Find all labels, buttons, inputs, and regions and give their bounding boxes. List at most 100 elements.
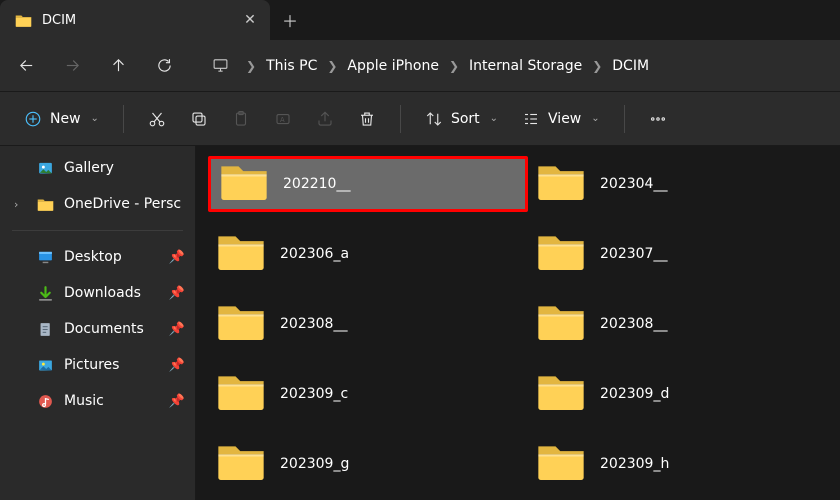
divider bbox=[123, 105, 124, 133]
desktop-icon bbox=[36, 248, 54, 266]
folder-icon bbox=[216, 231, 266, 277]
folder-name: 202308__ bbox=[280, 316, 347, 332]
folder-name: 202210__ bbox=[283, 176, 350, 192]
downloads-icon bbox=[36, 284, 54, 302]
pin-icon: 📌 bbox=[169, 322, 185, 337]
forward-button[interactable] bbox=[52, 46, 92, 86]
folder-name: 202309_g bbox=[280, 456, 349, 472]
tab-title: DCIM bbox=[42, 13, 232, 28]
sidebar-item-label: Desktop bbox=[64, 249, 122, 265]
folder-item[interactable]: 202306_a bbox=[208, 226, 528, 282]
folder-icon bbox=[219, 161, 269, 207]
monitor-icon bbox=[210, 56, 230, 76]
pin-icon: 📌 bbox=[169, 286, 185, 301]
chevron-down-icon: ⌄ bbox=[91, 113, 99, 124]
folder-item[interactable]: 202309_h bbox=[528, 436, 840, 492]
sidebar-item-label: Music bbox=[64, 393, 104, 409]
folder-icon bbox=[216, 371, 266, 417]
sidebar-item-music[interactable]: Music 📌 bbox=[0, 383, 195, 419]
folder-content[interactable]: 202210__ 202304__ 202306_a 202307__ 202308__… bbox=[196, 146, 840, 500]
sidebar-item-label: Documents bbox=[64, 321, 144, 337]
chevron-down-icon: ⌄ bbox=[591, 113, 599, 124]
pin-icon: 📌 bbox=[169, 250, 185, 265]
back-button[interactable] bbox=[6, 46, 46, 86]
view-button[interactable]: View ⌄ bbox=[512, 100, 610, 138]
folder-icon bbox=[536, 161, 586, 207]
delete-button[interactable] bbox=[348, 100, 386, 138]
folder-icon bbox=[536, 371, 586, 417]
folder-icon bbox=[216, 301, 266, 347]
more-button[interactable] bbox=[639, 100, 677, 138]
folder-item[interactable]: 202309_d bbox=[528, 366, 840, 422]
folder-item[interactable]: 202308__ bbox=[528, 296, 840, 352]
pictures-icon bbox=[36, 356, 54, 374]
sidebar-item-gallery[interactable]: Gallery bbox=[0, 150, 195, 186]
copy-button[interactable] bbox=[180, 100, 218, 138]
folder-item[interactable]: 202308__ bbox=[208, 296, 528, 352]
folder-item[interactable]: 202210__ bbox=[208, 156, 528, 212]
folder-icon bbox=[36, 195, 54, 213]
sidebar: Gallery › OneDrive - Persc Desktop 📌 Dow… bbox=[0, 146, 196, 500]
divider bbox=[400, 105, 401, 133]
tab-bar: DCIM ✕ ＋ bbox=[0, 0, 840, 40]
svg-text:A: A bbox=[280, 116, 285, 124]
address-bar[interactable]: ❯ This PC ❯ Apple iPhone ❯ Internal Stor… bbox=[200, 49, 834, 83]
pin-icon: 📌 bbox=[169, 394, 185, 409]
new-tab-button[interactable]: ＋ bbox=[272, 2, 308, 38]
sidebar-item-label: OneDrive - Persc bbox=[64, 196, 181, 212]
sidebar-item-desktop[interactable]: Desktop 📌 bbox=[0, 239, 195, 275]
pin-icon: 📌 bbox=[169, 358, 185, 373]
folder-name: 202309_c bbox=[280, 386, 348, 402]
sidebar-item-documents[interactable]: Documents 📌 bbox=[0, 311, 195, 347]
folder-icon bbox=[216, 441, 266, 487]
gallery-icon bbox=[36, 159, 54, 177]
new-button[interactable]: New ⌄ bbox=[14, 100, 109, 138]
chevron-down-icon: ⌄ bbox=[490, 113, 498, 124]
chevron-right-icon: ❯ bbox=[588, 59, 606, 73]
folder-name: 202306_a bbox=[280, 246, 349, 262]
chevron-right-icon: ❯ bbox=[242, 59, 260, 73]
sort-button[interactable]: Sort ⌄ bbox=[415, 100, 508, 138]
paste-button[interactable] bbox=[222, 100, 260, 138]
cut-button[interactable] bbox=[138, 100, 176, 138]
breadcrumb-dcim[interactable]: DCIM bbox=[612, 58, 649, 74]
toolbar: New ⌄ A Sort ⌄ View ⌄ bbox=[0, 92, 840, 146]
folder-item[interactable]: 202304__ bbox=[528, 156, 840, 212]
close-tab-button[interactable]: ✕ bbox=[242, 12, 258, 28]
rename-button[interactable]: A bbox=[264, 100, 302, 138]
share-button[interactable] bbox=[306, 100, 344, 138]
new-button-label: New bbox=[50, 111, 81, 127]
folder-item[interactable]: 202309_g bbox=[208, 436, 528, 492]
sidebar-item-onedrive[interactable]: › OneDrive - Persc bbox=[0, 186, 195, 222]
up-button[interactable] bbox=[98, 46, 138, 86]
documents-icon bbox=[36, 320, 54, 338]
breadcrumb-apple-iphone[interactable]: Apple iPhone bbox=[347, 58, 439, 74]
chevron-right-icon: ❯ bbox=[323, 59, 341, 73]
sidebar-item-pictures[interactable]: Pictures 📌 bbox=[0, 347, 195, 383]
breadcrumb-internal-storage[interactable]: Internal Storage bbox=[469, 58, 582, 74]
tab-dcim[interactable]: DCIM ✕ bbox=[0, 0, 270, 40]
sidebar-item-label: Gallery bbox=[64, 160, 114, 176]
folder-item[interactable]: 202307__ bbox=[528, 226, 840, 282]
view-button-label: View bbox=[548, 111, 581, 127]
folder-name: 202309_d bbox=[600, 386, 669, 402]
divider bbox=[12, 230, 183, 231]
sidebar-item-label: Pictures bbox=[64, 357, 119, 373]
nav-bar: ❯ This PC ❯ Apple iPhone ❯ Internal Stor… bbox=[0, 40, 840, 92]
sidebar-item-label: Downloads bbox=[64, 285, 141, 301]
folder-icon bbox=[536, 231, 586, 277]
folder-icon bbox=[536, 301, 586, 347]
divider bbox=[624, 105, 625, 133]
folder-name: 202304__ bbox=[600, 176, 667, 192]
sort-button-label: Sort bbox=[451, 111, 480, 127]
folder-name: 202308__ bbox=[600, 316, 667, 332]
folder-icon bbox=[536, 441, 586, 487]
sidebar-item-downloads[interactable]: Downloads 📌 bbox=[0, 275, 195, 311]
folder-name: 202307__ bbox=[600, 246, 667, 262]
breadcrumb-this-pc[interactable]: This PC bbox=[266, 58, 317, 74]
folder-icon bbox=[14, 11, 32, 29]
refresh-button[interactable] bbox=[144, 46, 184, 86]
chevron-right-icon: › bbox=[14, 198, 26, 211]
chevron-right-icon: ❯ bbox=[445, 59, 463, 73]
folder-item[interactable]: 202309_c bbox=[208, 366, 528, 422]
